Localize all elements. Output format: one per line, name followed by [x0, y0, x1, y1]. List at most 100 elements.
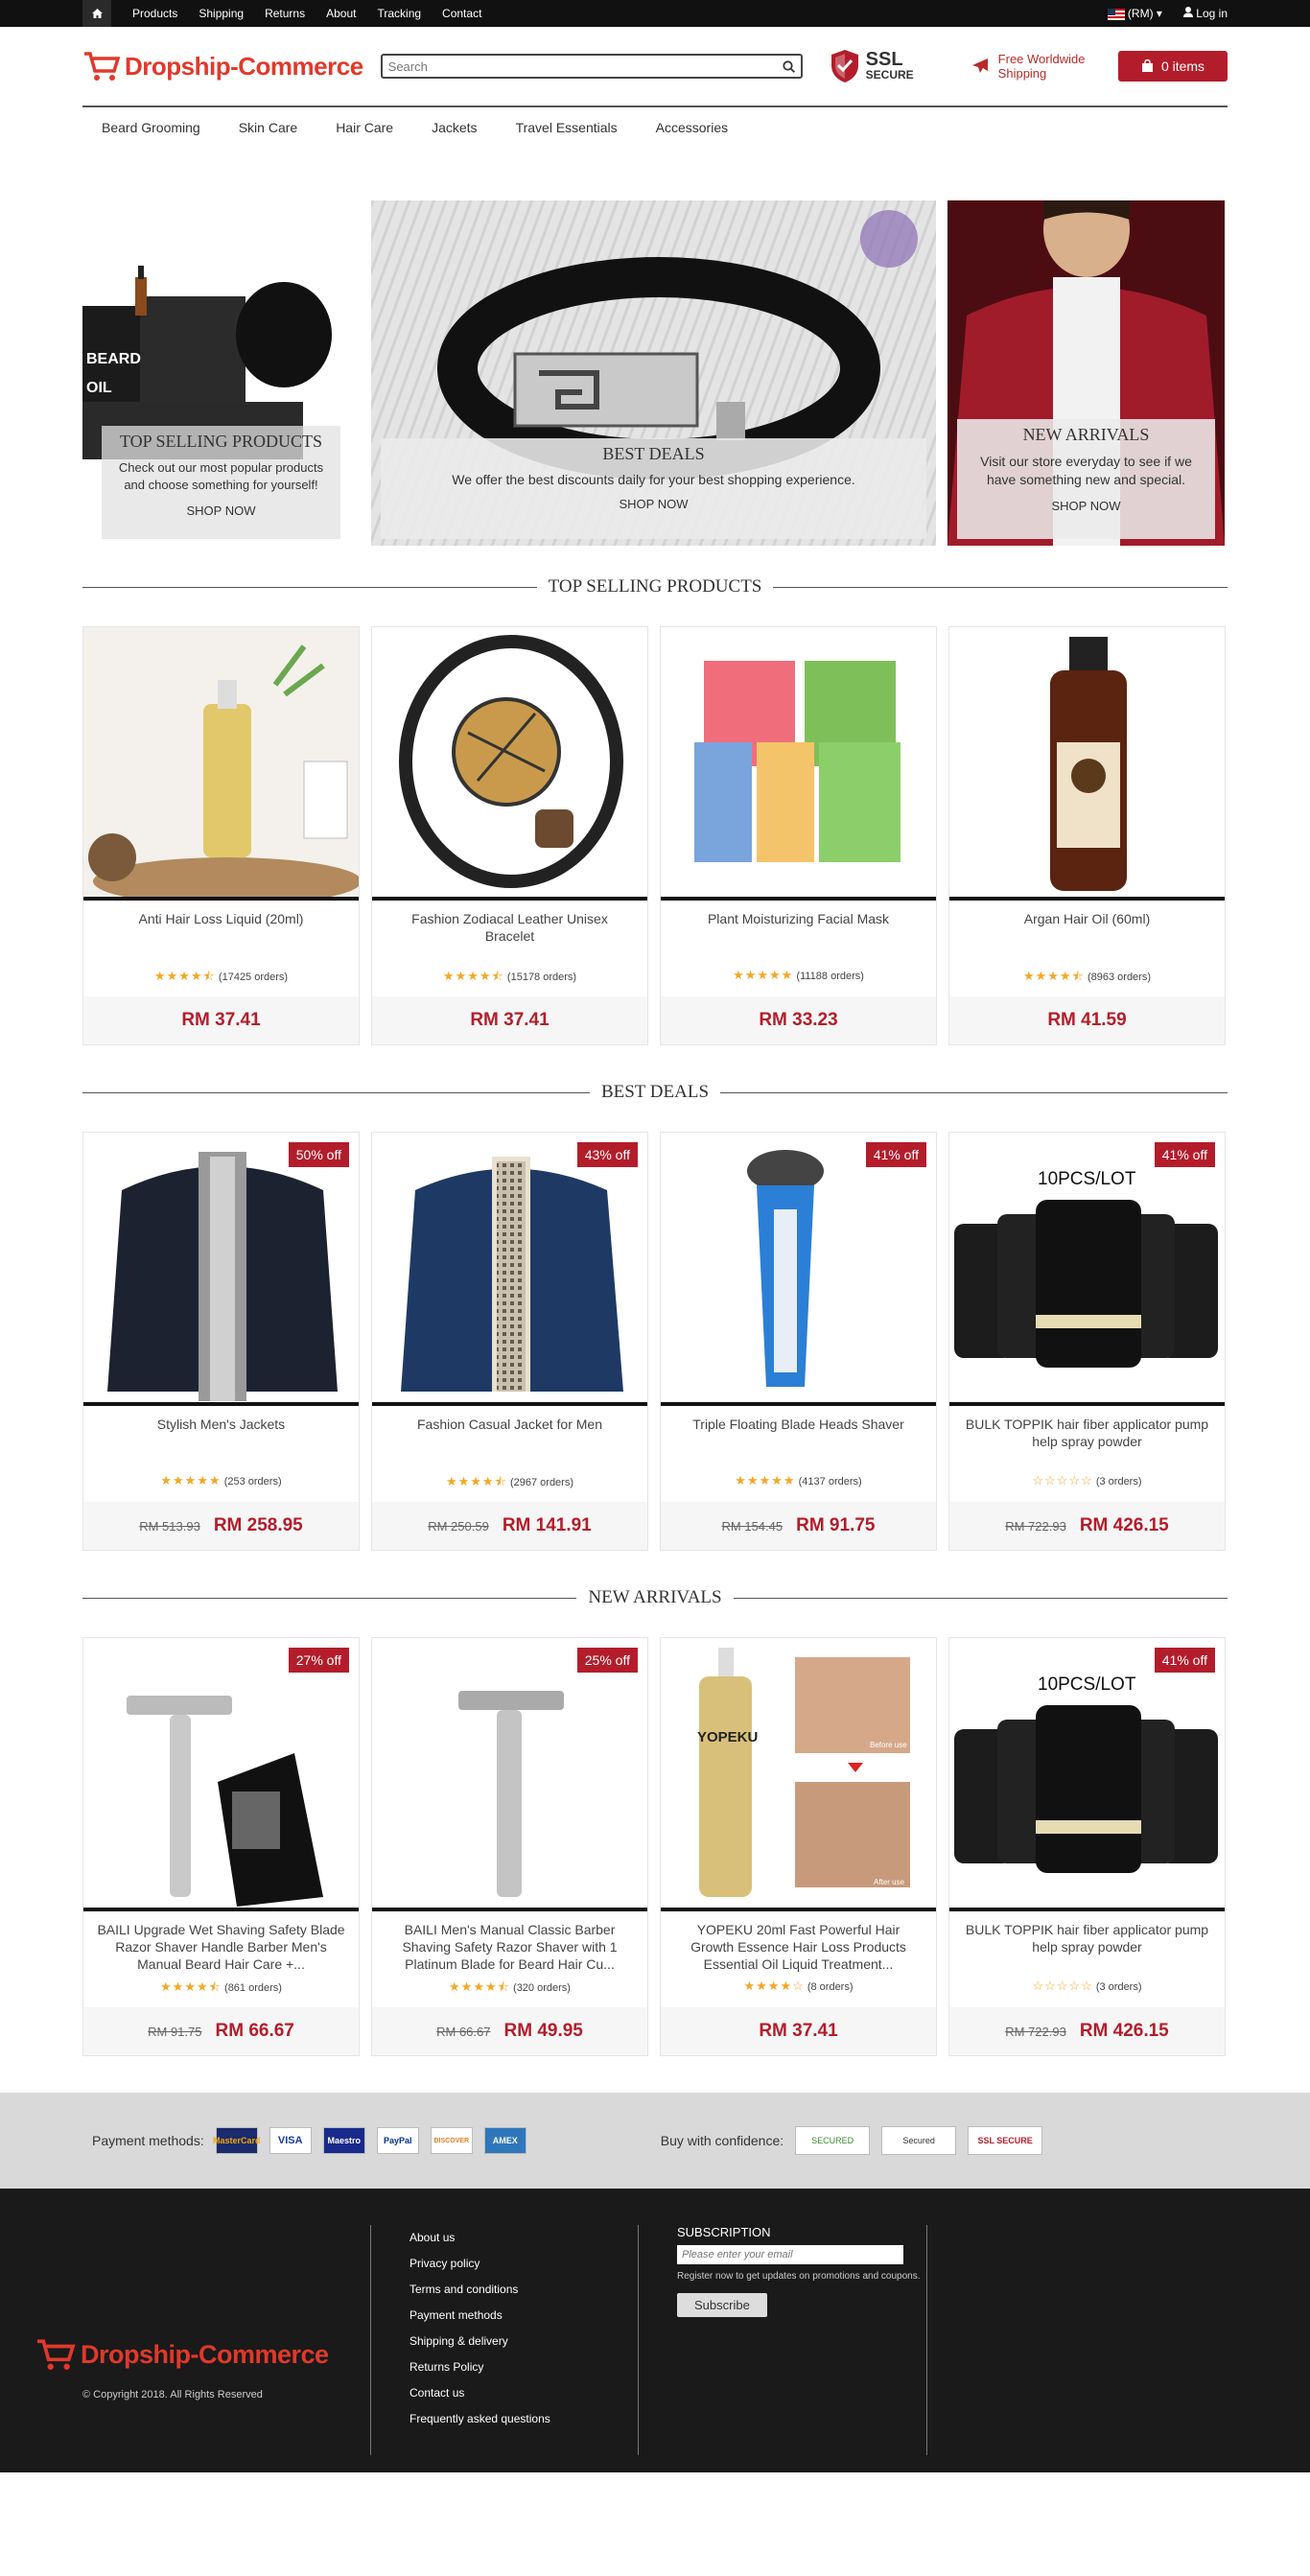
product-rating: ★★★★⯪ (15178 orders) — [372, 968, 647, 996]
menu-accessories[interactable]: Accessories — [656, 120, 728, 135]
cart-logo-icon — [84, 52, 121, 81]
star-rating-icon: ★★★★★ — [733, 968, 794, 982]
hero-caption: BEST DEALS We offer the best discounts d… — [381, 438, 926, 539]
maestro-icon: Maestro — [322, 2127, 365, 2154]
search-input[interactable] — [387, 59, 783, 74]
product-card[interactable]: 10PCS/LOT 41% off BULK TOPPIK hair fiber… — [948, 1637, 1226, 2056]
star-rating-icon: ★★★★⯪ — [445, 1474, 507, 1488]
search-icon[interactable] — [783, 59, 795, 73]
product-card[interactable]: 50% off Stylish Men's Jackets ★★★★★ (253… — [82, 1132, 360, 1551]
free-shipping: Free Worldwide Shipping — [971, 52, 1085, 81]
cart-button[interactable]: 0 items — [1118, 51, 1228, 82]
login-link[interactable]: Log in — [1182, 7, 1228, 20]
section-title-text: NEW ARRIVALS — [588, 1587, 722, 1607]
ssl-secure-badge: SSL SECURE — [830, 49, 914, 83]
product-name[interactable]: BULK TOPPIK hair fiber applicator pump h… — [949, 1406, 1225, 1473]
product-name[interactable]: Fashion Zodiacal Leather Unisex Bracelet — [372, 901, 647, 968]
product-image[interactable] — [372, 627, 647, 901]
footer-link-terms[interactable]: Terms and conditions — [409, 2277, 638, 2303]
discount-badge: 41% off — [865, 1142, 926, 1167]
product-name[interactable]: YOPEKU 20ml Fast Powerful Hair Growth Es… — [661, 1911, 936, 1979]
before-label: Before use — [870, 1741, 907, 1749]
product-card[interactable]: Plant Moisturizing Facial Mask ★★★★★ (11… — [660, 626, 937, 1045]
topnav-about[interactable]: About — [326, 7, 356, 20]
topnav-products[interactable]: Products — [132, 7, 177, 20]
payment-band: Payment methods: MasterCard VISA Maestro… — [0, 2093, 1310, 2189]
product-card[interactable]: 25% off BAILI Men's Manual Classic Barbe… — [371, 1637, 648, 2056]
product-card[interactable]: 41% off Triple Floating Blade Heads Shav… — [660, 1132, 937, 1551]
shipping-line2: Shipping — [997, 66, 1047, 81]
currency-label: (RM) — [1127, 7, 1154, 20]
product-image[interactable]: 50% off — [83, 1133, 359, 1406]
product-name[interactable]: Argan Hair Oil (60ml) — [949, 901, 1225, 968]
product-price: RM 33.23 — [759, 1010, 838, 1030]
menu-travel-essentials[interactable]: Travel Essentials — [516, 120, 618, 135]
menu-jackets[interactable]: Jackets — [432, 120, 477, 135]
order-count: (11188 orders) — [796, 971, 864, 982]
footer-link-returns[interactable]: Returns Policy — [409, 2354, 638, 2380]
price-box: RM 154.45 RM 91.75 — [661, 1502, 936, 1550]
payment-methods-label: Payment methods: — [92, 2133, 204, 2148]
topnav-returns[interactable]: Returns — [265, 7, 305, 20]
home-icon[interactable] — [82, 0, 111, 27]
star-rating-icon: ★★★★⯪ — [1022, 969, 1085, 983]
shop-now-link[interactable]: SHOP NOW — [957, 499, 1215, 513]
hero-top-selling[interactable]: BEARD OIL TOP SELLING PRODUCTS Check out… — [82, 200, 360, 546]
old-price: RM 722.93 — [1005, 2024, 1066, 2039]
product-image[interactable]: 27% off — [83, 1638, 359, 1911]
topnav-shipping[interactable]: Shipping — [199, 7, 244, 20]
menu-skin-care[interactable]: Skin Care — [239, 120, 297, 135]
product-name[interactable]: BAILI Men's Manual Classic Barber Shavin… — [372, 1911, 647, 1979]
email-field[interactable] — [677, 2245, 903, 2264]
subscribe-button[interactable]: Subscribe — [677, 2293, 767, 2317]
footer-link-payment[interactable]: Payment methods — [409, 2303, 638, 2329]
product-rating: ★★★★☆ (8 orders) — [661, 1979, 936, 2007]
product-name[interactable]: Fashion Casual Jacket for Men — [372, 1406, 647, 1473]
product-image[interactable]: 43% off — [372, 1133, 647, 1406]
hero-best-deals[interactable]: BEST DEALS We offer the best discounts d… — [371, 200, 936, 546]
product-image[interactable] — [661, 627, 936, 901]
product-card[interactable]: Anti Hair Loss Liquid (20ml) ★★★★⯪ (1742… — [82, 626, 360, 1045]
topnav-tracking[interactable]: Tracking — [377, 7, 421, 20]
footer-logo[interactable]: Dropship-Commerce — [35, 2337, 370, 2372]
hero-new-arrivals[interactable]: NEW ARRIVALS Visit our store everyday to… — [947, 200, 1225, 546]
product-name[interactable]: Stylish Men's Jackets — [83, 1406, 359, 1473]
currency-selector[interactable]: (RM) ▾ — [1107, 7, 1162, 20]
menu-hair-care[interactable]: Hair Care — [336, 120, 393, 135]
product-name[interactable]: Plant Moisturizing Facial Mask — [661, 901, 936, 968]
product-name[interactable]: BAILI Upgrade Wet Shaving Safety Blade R… — [83, 1911, 359, 1979]
product-name[interactable]: Anti Hair Loss Liquid (20ml) — [83, 901, 359, 968]
product-image[interactable]: 41% off — [661, 1133, 936, 1406]
product-image[interactable]: 10PCS/LOT 41% off — [949, 1133, 1225, 1406]
product-image[interactable]: 10PCS/LOT 41% off — [949, 1638, 1225, 1911]
site-logo[interactable]: Dropship-Commerce — [82, 50, 363, 82]
shop-now-link[interactable]: SHOP NOW — [102, 503, 340, 518]
product-image[interactable] — [949, 627, 1225, 901]
product-name[interactable]: BULK TOPPIK hair fiber applicator pump h… — [949, 1911, 1225, 1979]
product-name[interactable]: Triple Floating Blade Heads Shaver — [661, 1406, 936, 1473]
product-image[interactable] — [83, 627, 359, 901]
category-menu: Beard Grooming Skin Care Hair Care Jacke… — [82, 105, 1228, 148]
shop-now-link[interactable]: SHOP NOW — [381, 497, 926, 511]
product-card[interactable]: Fashion Zodiacal Leather Unisex Bracelet… — [371, 626, 648, 1045]
old-price: RM 513.93 — [139, 1518, 200, 1534]
hero-text: Visit our store everyday to see if we ha… — [980, 454, 1192, 487]
footer-link-shipping[interactable]: Shipping & delivery — [409, 2329, 638, 2354]
product-price: RM 37.41 — [181, 1010, 261, 1030]
search-box[interactable] — [380, 54, 803, 79]
product-card[interactable]: 10PCS/LOT 41% off BULK TOPPIK hair fiber… — [948, 1132, 1226, 1551]
footer-link-privacy[interactable]: Privacy policy — [409, 2251, 638, 2277]
footer-link-contact[interactable]: Contact us — [409, 2380, 638, 2406]
footer-link-faq[interactable]: Frequently asked questions — [409, 2406, 638, 2432]
menu-beard-grooming[interactable]: Beard Grooming — [102, 120, 200, 135]
lot-label: 10PCS/LOT — [1038, 1674, 1136, 1695]
product-card[interactable]: YOPEKU Before use After use YOPEKU 20ml … — [660, 1637, 937, 2056]
product-image[interactable]: 25% off — [372, 1638, 647, 1911]
product-card[interactable]: 27% off BAILI Upgrade Wet Shaving Safety… — [82, 1637, 360, 2056]
product-card[interactable]: Argan Hair Oil (60ml) ★★★★⯪ (8963 orders… — [948, 626, 1226, 1045]
footer-link-about[interactable]: About us — [409, 2225, 638, 2251]
price-box: RM 722.93 RM 426.15 — [949, 1502, 1225, 1550]
product-image[interactable]: YOPEKU Before use After use — [661, 1638, 936, 1911]
product-card[interactable]: 43% off Fashion Casual Jacket for Men ★★… — [371, 1132, 648, 1551]
topnav-contact[interactable]: Contact — [442, 7, 481, 20]
